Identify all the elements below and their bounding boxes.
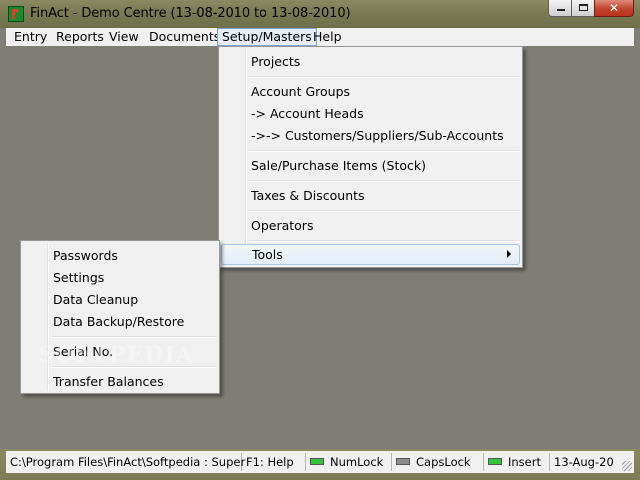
menu-reports[interactable]: Reports — [52, 28, 108, 46]
numlock-indicator-icon — [310, 458, 324, 465]
menu-separator — [249, 150, 520, 152]
maximize-button[interactable] — [571, 0, 595, 17]
menu-separator — [249, 76, 520, 78]
setup-masters-menu: Projects Account Groups -> Account Heads… — [218, 46, 523, 268]
menu-item-data-cleanup[interactable]: Data Cleanup — [23, 289, 217, 310]
numlock-label: NumLock — [330, 455, 384, 469]
menu-item-sale-purchase-items[interactable]: Sale/Purchase Items (Stock) — [221, 155, 520, 176]
menu-view[interactable]: View — [105, 28, 143, 46]
softpedia-watermark: SOFTPEDIA — [38, 342, 194, 368]
menu-help[interactable]: Help — [309, 28, 346, 46]
insert-indicator-icon — [488, 458, 502, 465]
window-title: FinAct - Demo Centre (13-08-2010 to 13-0… — [30, 6, 351, 21]
window-controls: ✕ — [548, 0, 634, 19]
capslock-indicator-icon — [396, 458, 410, 465]
menu-item-settings[interactable]: Settings — [23, 267, 217, 288]
menu-bar: Entry Reports View Documents Setup/Maste… — [6, 28, 634, 47]
submenu-arrow-icon — [507, 250, 511, 258]
resize-grip-icon[interactable] — [622, 461, 632, 471]
menu-item-tools[interactable]: Tools — [221, 244, 520, 265]
menu-item-tools-label: Tools — [252, 247, 283, 262]
menu-separator — [249, 240, 520, 242]
status-bar-panels: C:\Program Files\FinAct\Softpedia : Supe… — [6, 451, 634, 473]
menu-item-projects[interactable]: Projects — [221, 51, 520, 72]
status-numlock: NumLock — [306, 453, 392, 471]
maximize-icon — [579, 4, 588, 11]
menu-setup-masters[interactable]: Setup/Masters — [217, 28, 317, 46]
menu-item-transfer-balances[interactable]: Transfer Balances — [23, 371, 217, 392]
title-bar[interactable]: FinAct - Demo Centre (13-08-2010 to 13-0… — [0, 0, 640, 28]
menu-item-operators[interactable]: Operators — [221, 215, 520, 236]
status-help: F1: Help — [242, 453, 306, 471]
menu-item-account-groups[interactable]: Account Groups — [221, 81, 520, 102]
menu-item-account-heads[interactable]: -> Account Heads — [221, 103, 520, 124]
status-bar: C:\Program Files\FinAct\Softpedia : Supe… — [0, 449, 640, 480]
menu-item-data-backup-restore[interactable]: Data Backup/Restore — [23, 311, 217, 332]
menu-entry[interactable]: Entry — [10, 28, 51, 46]
menu-separator — [249, 210, 520, 212]
menu-item-customers-suppliers[interactable]: ->-> Customers/Suppliers/Sub-Accounts — [221, 125, 520, 146]
menu-item-taxes-discounts[interactable]: Taxes & Discounts — [221, 185, 520, 206]
menu-separator — [51, 336, 217, 338]
insert-label: Insert — [508, 455, 541, 469]
tools-submenu: Passwords Settings Data Cleanup Data Bac… — [20, 240, 220, 394]
status-capslock: CapsLock — [392, 453, 484, 471]
capslock-label: CapsLock — [416, 455, 471, 469]
minimize-icon — [557, 9, 565, 11]
status-insert: Insert — [484, 453, 550, 471]
close-icon: ✕ — [608, 1, 620, 15]
menu-separator — [249, 180, 520, 182]
minimize-button[interactable] — [548, 0, 572, 17]
finact-app-icon[interactable] — [8, 6, 24, 22]
status-path: C:\Program Files\FinAct\Softpedia : Supe… — [6, 453, 245, 471]
menu-documents[interactable]: Documents — [145, 28, 224, 46]
menu-item-passwords[interactable]: Passwords — [23, 245, 217, 266]
close-button[interactable]: ✕ — [594, 0, 634, 17]
